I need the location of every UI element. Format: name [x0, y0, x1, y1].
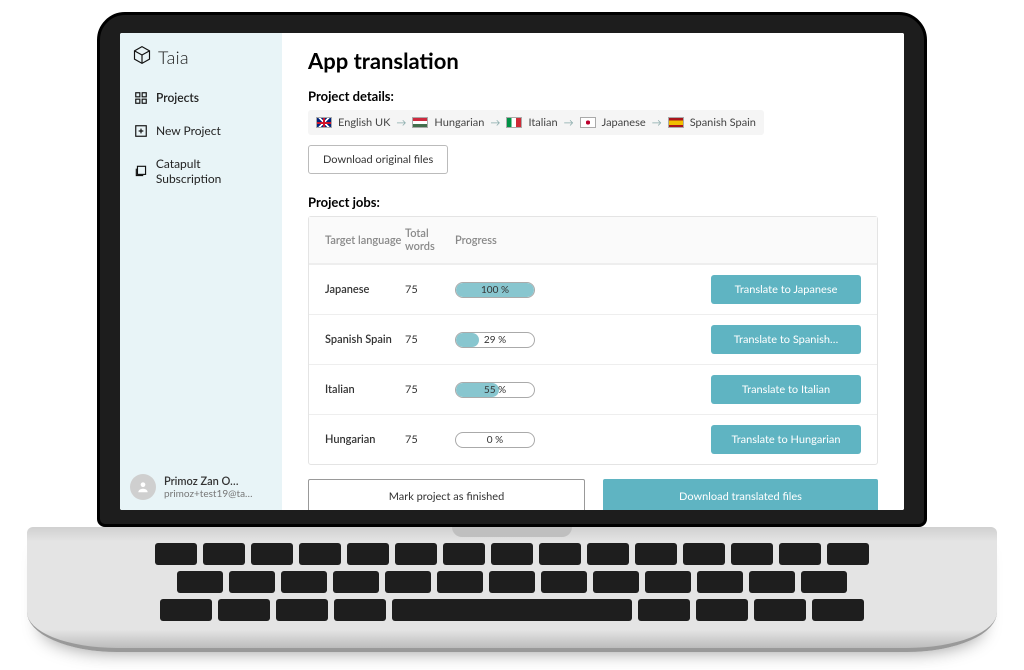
flag-it-icon: [506, 117, 522, 128]
sidebar-item-label: Catapult Subscription: [156, 156, 268, 186]
job-words: 75: [405, 383, 455, 396]
arrow-icon: →: [490, 117, 500, 129]
avatar: [130, 474, 156, 500]
flag-hu-icon: [412, 117, 428, 128]
col-target: Target language: [325, 234, 405, 247]
arrow-icon: →: [396, 117, 406, 129]
user-box[interactable]: Primoz Zan O… primoz+test19@ta…: [120, 464, 282, 510]
job-words: 75: [405, 333, 455, 346]
progress-label: 55 %: [484, 384, 506, 396]
col-progress: Progress: [455, 234, 575, 247]
language-name: Hungarian: [434, 116, 484, 129]
jobs-header-row: Target language Total words Progress: [309, 217, 877, 264]
layers-icon: [134, 164, 148, 178]
download-translated-button[interactable]: Download translated files: [603, 479, 878, 510]
app-screen: Taia Projects New Project: [120, 33, 904, 510]
page-title: App translation: [308, 47, 878, 74]
progress-pill: 29 %: [455, 332, 535, 348]
sidebar-item-label: Projects: [156, 90, 199, 105]
progress-pill: 0 %: [455, 432, 535, 448]
sidebar-item-projects[interactable]: Projects: [124, 81, 278, 114]
sidebar-item-catapult[interactable]: Catapult Subscription: [124, 147, 278, 195]
translate-button[interactable]: Translate to Spanish…: [711, 325, 861, 354]
job-language: Japanese: [325, 283, 405, 296]
job-progress: 100 %: [455, 282, 575, 298]
progress-label: 29 %: [484, 334, 506, 346]
progress-label: 0 %: [487, 434, 503, 446]
job-progress: 55 %: [455, 382, 575, 398]
mark-finished-button[interactable]: Mark project as finished: [308, 479, 585, 510]
job-row: Japanese75 100 % Translate to Japanese: [309, 264, 877, 314]
language-name: English UK: [338, 116, 390, 129]
trackpad-notch: [452, 527, 572, 537]
col-words: Total words: [405, 227, 455, 253]
user-email: primoz+test19@ta…: [164, 488, 253, 500]
laptop-lid: Taia Projects New Project: [97, 12, 927, 527]
brand: Taia: [120, 33, 282, 77]
footer-actions: Mark project as finished Download transl…: [308, 465, 878, 510]
laptop-mockup: Taia Projects New Project: [0, 0, 1024, 670]
flag-jp-icon: [580, 117, 596, 128]
laptop-base: [27, 527, 997, 652]
language-name: Spanish Spain: [690, 116, 756, 129]
job-progress: 0 %: [455, 432, 575, 448]
job-language: Spanish Spain: [325, 333, 405, 346]
project-jobs-heading: Project jobs:: [308, 194, 878, 210]
brand-name: Taia: [158, 46, 189, 68]
language-name: Japanese: [602, 116, 646, 129]
arrow-icon: →: [652, 117, 662, 129]
job-language: Hungarian: [325, 433, 405, 446]
job-progress: 29 %: [455, 332, 575, 348]
plus-icon: [134, 124, 148, 138]
sidebar-item-label: New Project: [156, 123, 221, 138]
translate-button[interactable]: Translate to Italian: [711, 375, 861, 404]
download-original-button[interactable]: Download original files: [308, 145, 448, 174]
keyboard: [132, 543, 892, 627]
translate-button[interactable]: Translate to Japanese: [711, 275, 861, 304]
progress-pill: 100 %: [455, 282, 535, 298]
grid-icon: [134, 91, 148, 105]
job-row: Spanish Spain75 29 % Translate to Spanish…: [309, 314, 877, 364]
job-row: Italian75 55 % Translate to Italian: [309, 364, 877, 414]
progress-label: 100 %: [481, 284, 509, 296]
translate-button[interactable]: Translate to Hungarian: [711, 425, 861, 454]
flag-uk-icon: [316, 117, 332, 128]
language-chain: English UK → Hungarian → Italian → Japanese → Sp…: [308, 110, 764, 135]
sidebar-item-new-project[interactable]: New Project: [124, 114, 278, 147]
cube-icon: [132, 45, 152, 69]
jobs-table: Target language Total words Progress Jap…: [308, 216, 878, 465]
job-row: Hungarian75 0 % Translate to Hungarian: [309, 414, 877, 464]
arrow-icon: →: [564, 117, 574, 129]
job-words: 75: [405, 433, 455, 446]
sidebar-nav: Projects New Project Catapult Subscripti…: [120, 77, 282, 199]
sidebar: Taia Projects New Project: [120, 33, 282, 510]
progress-pill: 55 %: [455, 382, 535, 398]
user-name: Primoz Zan O…: [164, 475, 253, 488]
flag-es-icon: [668, 117, 684, 128]
project-jobs: Project jobs: Target language Total word…: [308, 190, 878, 465]
language-name: Italian: [528, 116, 557, 129]
main-content: App translation Project details: English…: [282, 33, 904, 510]
job-words: 75: [405, 283, 455, 296]
project-details-heading: Project details:: [308, 88, 878, 104]
job-language: Italian: [325, 383, 405, 396]
